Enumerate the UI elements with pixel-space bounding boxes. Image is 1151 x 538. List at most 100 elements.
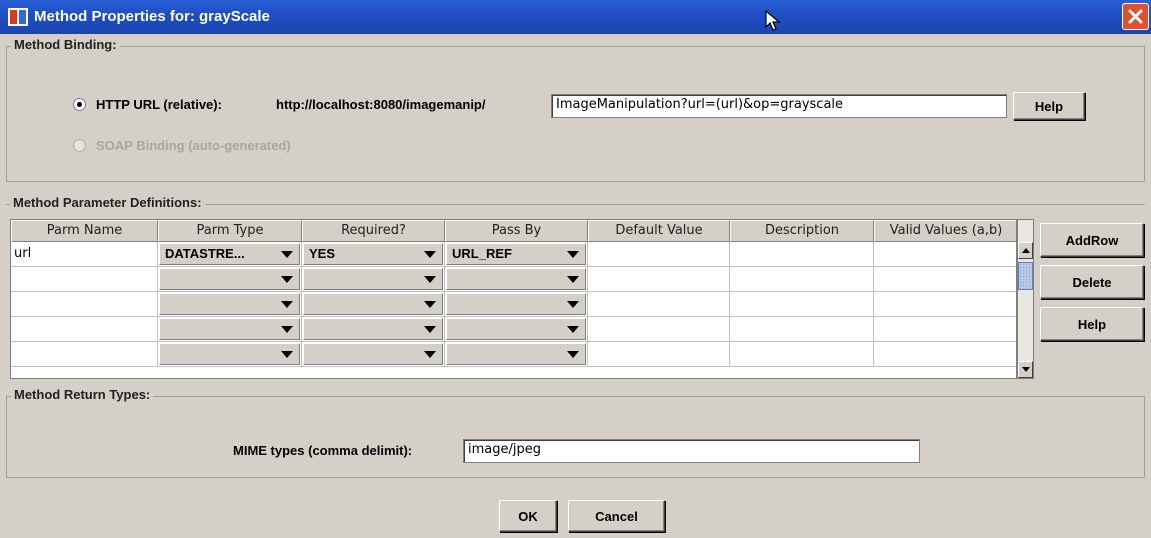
chevron-down-icon xyxy=(567,276,579,283)
parm-type-select[interactable] xyxy=(159,343,300,365)
parm-name-cell[interactable] xyxy=(11,292,158,317)
cancel-button[interactable]: Cancel xyxy=(568,500,665,532)
base-url-text: http://localhost:8080/imagemanip/ xyxy=(276,97,486,112)
chevron-down-icon xyxy=(281,251,293,258)
valid-values-cell[interactable] xyxy=(874,342,1016,367)
pass-by-cell[interactable] xyxy=(445,317,588,342)
parm-type-select[interactable] xyxy=(159,268,300,290)
column-header[interactable]: Default Value xyxy=(588,220,730,242)
pass-by-select[interactable] xyxy=(446,293,586,315)
ok-button[interactable]: OK xyxy=(499,500,557,532)
required-select[interactable] xyxy=(303,293,443,315)
table-row[interactable] xyxy=(11,317,1016,342)
pass-by-select[interactable] xyxy=(446,268,586,290)
close-button[interactable] xyxy=(1122,3,1149,30)
http-url-radio[interactable] xyxy=(73,98,86,111)
return-types-label: Method Return Types: xyxy=(11,387,154,402)
table-row[interactable] xyxy=(11,267,1016,292)
parm-name-cell[interactable]: url xyxy=(11,242,158,267)
default-value-cell[interactable] xyxy=(588,267,730,292)
column-header[interactable]: Pass By xyxy=(445,220,588,242)
pass-by-select[interactable]: URL_REF xyxy=(446,243,586,265)
description-cell[interactable] xyxy=(730,242,874,267)
default-value-cell[interactable] xyxy=(588,317,730,342)
required-cell[interactable]: YES xyxy=(302,242,445,267)
return-types-group: Method Return Types: xyxy=(6,387,1145,478)
description-cell[interactable] xyxy=(730,267,874,292)
chevron-down-icon xyxy=(424,301,436,308)
pass-by-select[interactable] xyxy=(446,343,586,365)
required-select[interactable] xyxy=(303,268,443,290)
parameters-table[interactable]: Parm Name Parm Type Required? Pass By De… xyxy=(10,219,1017,379)
title-bar[interactable]: Method Properties for: grayScale xyxy=(0,0,1151,34)
valid-values-cell[interactable] xyxy=(874,292,1016,317)
parm-type-cell[interactable] xyxy=(158,342,302,367)
valid-values-cell[interactable] xyxy=(874,317,1016,342)
scroll-up-button[interactable] xyxy=(1018,242,1033,259)
parm-type-select[interactable]: DATASTRE... xyxy=(159,243,300,265)
required-value: YES xyxy=(309,246,336,261)
parm-name-cell[interactable] xyxy=(11,317,158,342)
chevron-down-icon xyxy=(424,326,436,333)
scroll-thumb[interactable] xyxy=(1018,262,1033,290)
soap-binding-label: SOAP Binding (auto-generated) xyxy=(96,138,291,153)
parm-name-cell[interactable] xyxy=(11,267,158,292)
soap-binding-radio[interactable] xyxy=(73,139,86,152)
add-row-button[interactable]: AddRow xyxy=(1040,223,1144,257)
pass-by-cell[interactable] xyxy=(445,292,588,317)
default-value-cell[interactable] xyxy=(588,292,730,317)
mouse-pointer-icon xyxy=(765,10,781,31)
parm-name-cell[interactable] xyxy=(11,342,158,367)
default-value-cell[interactable] xyxy=(588,242,730,267)
delete-row-button[interactable]: Delete xyxy=(1040,265,1144,299)
valid-values-cell[interactable] xyxy=(874,242,1016,267)
description-cell[interactable] xyxy=(730,342,874,367)
chevron-down-icon xyxy=(424,276,436,283)
required-cell[interactable] xyxy=(302,267,445,292)
required-select[interactable] xyxy=(303,343,443,365)
column-header[interactable]: Description xyxy=(730,220,874,242)
parm-type-cell[interactable] xyxy=(158,292,302,317)
required-cell[interactable] xyxy=(302,317,445,342)
scroll-down-button[interactable] xyxy=(1018,361,1033,378)
chevron-down-icon xyxy=(281,351,293,358)
required-cell[interactable] xyxy=(302,342,445,367)
window-title: Method Properties for: grayScale xyxy=(34,8,270,25)
parm-type-select[interactable] xyxy=(159,293,300,315)
chevron-down-icon xyxy=(567,351,579,358)
required-cell[interactable] xyxy=(302,292,445,317)
valid-values-cell[interactable] xyxy=(874,267,1016,292)
binding-help-button[interactable]: Help xyxy=(1013,92,1085,120)
column-header[interactable]: Valid Values (a,b) xyxy=(874,220,1016,242)
required-select[interactable] xyxy=(303,318,443,340)
description-cell[interactable] xyxy=(730,292,874,317)
parm-type-select[interactable] xyxy=(159,318,300,340)
column-header[interactable]: Required? xyxy=(302,220,445,242)
mime-types-input[interactable]: image/jpeg xyxy=(463,439,920,463)
table-row[interactable] xyxy=(11,292,1016,317)
chevron-down-icon xyxy=(281,326,293,333)
pass-by-cell[interactable] xyxy=(445,342,588,367)
table-row[interactable]: url DATASTRE... YES URL_REF xyxy=(11,242,1016,267)
pass-by-value: URL_REF xyxy=(452,246,512,261)
pass-by-cell[interactable]: URL_REF xyxy=(445,242,588,267)
table-row[interactable] xyxy=(11,342,1016,367)
description-cell[interactable] xyxy=(730,317,874,342)
column-header[interactable]: Parm Type xyxy=(158,220,302,242)
column-header[interactable]: Parm Name xyxy=(11,220,158,242)
pass-by-select[interactable] xyxy=(446,318,586,340)
parm-type-cell[interactable] xyxy=(158,317,302,342)
table-header: Parm Name Parm Type Required? Pass By De… xyxy=(11,220,1016,242)
default-value-cell[interactable] xyxy=(588,342,730,367)
chevron-down-icon xyxy=(567,326,579,333)
parm-type-cell[interactable]: DATASTRE... xyxy=(158,242,302,267)
parm-type-cell[interactable] xyxy=(158,267,302,292)
required-select[interactable]: YES xyxy=(303,243,443,265)
table-help-button[interactable]: Help xyxy=(1040,307,1144,341)
pass-by-cell[interactable] xyxy=(445,267,588,292)
app-logo-icon xyxy=(8,8,28,26)
parm-type-value: DATASTRE... xyxy=(165,246,245,261)
table-scrollbar[interactable] xyxy=(1017,219,1034,379)
relative-url-input[interactable]: ImageManipulation?url=(url)&op=grayscale xyxy=(551,94,1007,118)
chevron-down-icon xyxy=(567,301,579,308)
